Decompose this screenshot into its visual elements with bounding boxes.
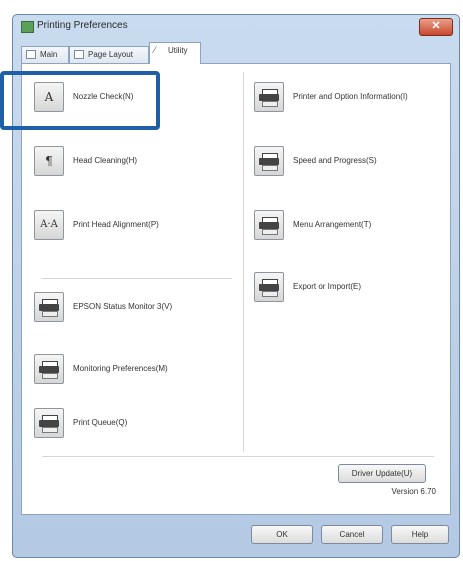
printer-option-info-item[interactable]: Printer and Option Information(I)	[254, 82, 449, 112]
help-button[interactable]: Help	[391, 525, 449, 544]
printer-icon	[34, 354, 64, 384]
head-cleaning-icon: ¶	[34, 146, 64, 176]
tab-utility-label: Utility	[168, 46, 188, 55]
wrench-icon: ⁄	[154, 45, 156, 55]
page-layout-tab-icon	[74, 50, 84, 59]
status-monitor-item[interactable]: EPSON Status Monitor 3(V)	[34, 292, 234, 322]
tab-utility[interactable]: ⁄ Utility	[149, 42, 201, 64]
head-cleaning-label: Head Cleaning(H)	[73, 156, 138, 165]
title-bar: Printing Preferences ✕	[13, 15, 459, 39]
version-label: Version 6.70	[391, 487, 436, 496]
menu-arrangement-item[interactable]: Menu Arrangement(T)	[254, 210, 449, 240]
driver-update-button[interactable]: Driver Update(U)	[338, 464, 426, 483]
print-queue-label: Print Queue(Q)	[73, 418, 128, 427]
monitoring-preferences-item[interactable]: Monitoring Preferences(M)	[34, 354, 234, 384]
printer-app-icon	[21, 21, 34, 33]
alignment-icon: A·A	[34, 210, 64, 240]
driver-update-label: Driver Update(U)	[351, 469, 413, 478]
printer-icon	[254, 146, 284, 176]
printer-icon	[34, 292, 64, 322]
export-import-item[interactable]: Export or Import(E)	[254, 272, 449, 302]
monitoring-preferences-label: Monitoring Preferences(M)	[73, 364, 168, 373]
ok-button[interactable]: OK	[251, 525, 313, 544]
tab-page-layout-label: Page Layout	[88, 50, 133, 59]
speed-progress-item[interactable]: Speed and Progress(S)	[254, 146, 449, 176]
print-queue-item[interactable]: Print Queue(Q)	[34, 408, 234, 438]
printer-icon	[254, 272, 284, 302]
cancel-button[interactable]: Cancel	[321, 525, 383, 544]
export-import-label: Export or Import(E)	[293, 282, 362, 291]
tab-page-layout[interactable]: Page Layout	[69, 46, 149, 63]
utility-panel: A Nozzle Check(N) ¶ Head Cleaning(H) A·A…	[21, 63, 451, 515]
bottom-separator	[42, 456, 434, 457]
main-tab-icon	[26, 50, 36, 59]
menu-arrangement-label: Menu Arrangement(T)	[293, 220, 372, 229]
print-head-alignment-item[interactable]: A·A Print Head Alignment(P)	[34, 210, 224, 240]
speed-progress-label: Speed and Progress(S)	[293, 156, 377, 165]
printer-icon	[254, 82, 284, 112]
printer-icon	[254, 210, 284, 240]
printer-option-info-label: Printer and Option Information(I)	[293, 92, 408, 101]
print-head-alignment-label: Print Head Alignment(P)	[73, 220, 159, 229]
printer-icon	[34, 408, 64, 438]
status-monitor-label: EPSON Status Monitor 3(V)	[73, 302, 173, 311]
left-separator	[42, 278, 232, 279]
head-cleaning-item[interactable]: ¶ Head Cleaning(H)	[34, 146, 224, 176]
close-button[interactable]: ✕	[419, 18, 453, 36]
tab-main[interactable]: Main	[21, 46, 69, 63]
nozzle-check-highlight-frame	[0, 71, 160, 130]
window-title: Printing Preferences	[37, 20, 128, 31]
tab-main-label: Main	[40, 50, 58, 59]
column-separator	[243, 72, 244, 452]
